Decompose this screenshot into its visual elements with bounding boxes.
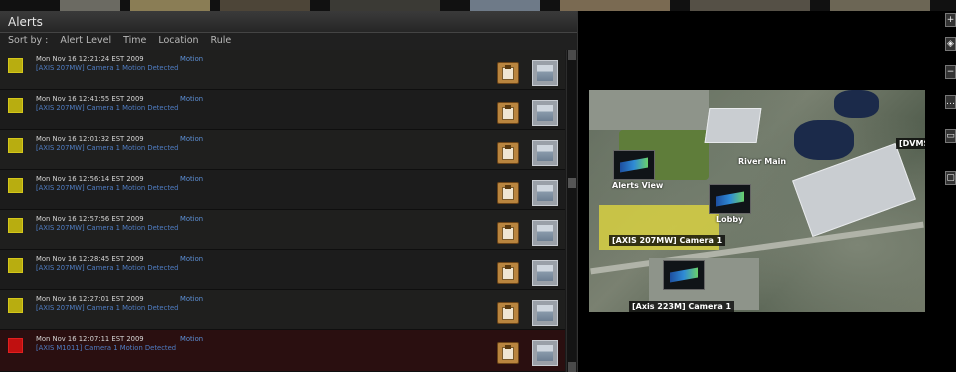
alert-row[interactable]: Mon Nov 16 12:41:55 EST 2009 Motion [AXI… xyxy=(0,90,565,130)
camera-alerts-view[interactable] xyxy=(613,150,655,180)
alert-time: Mon Nov 16 12:28:45 EST 2009 xyxy=(36,255,144,263)
map-label-alerts-view[interactable]: Alerts View xyxy=(609,180,666,191)
camera-axis-223m[interactable] xyxy=(663,260,705,290)
alert-row[interactable]: Mon Nov 16 12:01:32 EST 2009 Motion [AXI… xyxy=(0,130,565,170)
clipboard-icon[interactable] xyxy=(497,62,519,84)
alert-row[interactable]: Mon Nov 16 12:07:11 EST 2009 Motion [AXI… xyxy=(0,330,565,372)
clipboard-icon[interactable] xyxy=(497,102,519,124)
scroll-down-button[interactable] xyxy=(568,362,576,372)
alert-level-indicator xyxy=(8,178,23,193)
snapshot-icon[interactable] xyxy=(532,180,558,206)
alert-time: Mon Nov 16 12:57:56 EST 2009 xyxy=(36,215,144,223)
pond xyxy=(834,90,879,118)
alert-level-indicator xyxy=(8,218,23,233)
alert-description[interactable]: [AXIS M1011] Camera 1 Motion Detected xyxy=(36,344,176,352)
building xyxy=(704,108,762,143)
alert-description[interactable]: [AXIS 207MW] Camera 1 Motion Detected xyxy=(36,264,179,272)
alert-time: Mon Nov 16 12:01:32 EST 2009 xyxy=(36,135,144,143)
alert-description[interactable]: [AXIS 207MW] Camera 1 Motion Detected xyxy=(36,304,179,312)
alert-type[interactable]: Motion xyxy=(180,95,203,103)
clipboard-icon[interactable] xyxy=(497,182,519,204)
alert-level-indicator xyxy=(8,338,23,353)
alert-type[interactable]: Motion xyxy=(180,55,203,63)
sort-rule[interactable]: Rule xyxy=(211,35,232,48)
sort-label: Sort by : xyxy=(8,35,49,46)
clipboard-icon[interactable] xyxy=(497,142,519,164)
snapshot-icon[interactable] xyxy=(532,60,558,86)
map-label-dvms[interactable]: [DVMS Au xyxy=(896,138,925,149)
alert-type[interactable]: Motion xyxy=(180,255,203,263)
alert-row[interactable]: Mon Nov 16 12:27:01 EST 2009 Motion [AXI… xyxy=(0,290,565,330)
scroll-thumb[interactable] xyxy=(568,178,576,188)
alert-description[interactable]: [AXIS 207MW] Camera 1 Motion Detected xyxy=(36,224,179,232)
snapshot-icon[interactable] xyxy=(532,340,558,366)
map-label-river: River Main xyxy=(738,157,787,166)
alert-time: Mon Nov 16 12:56:14 EST 2009 xyxy=(36,175,144,183)
thumbnail-strip xyxy=(0,0,956,11)
alert-row[interactable]: Mon Nov 16 12:21:24 EST 2009 Motion [AXI… xyxy=(0,50,565,90)
alert-level-indicator xyxy=(8,298,23,313)
snapshot-icon[interactable] xyxy=(532,220,558,246)
panel-title: Alerts xyxy=(0,11,577,33)
alert-level-indicator xyxy=(8,58,23,73)
more-icon[interactable]: … xyxy=(945,95,956,109)
alert-level-indicator xyxy=(8,258,23,273)
map-toolbar: + ◈ − … ▭ ▢ xyxy=(945,13,956,203)
clipboard-icon[interactable] xyxy=(497,222,519,244)
alert-row[interactable]: Mon Nov 16 12:56:14 EST 2009 Motion [AXI… xyxy=(0,170,565,210)
scroll-up-button[interactable] xyxy=(568,50,576,60)
alert-time: Mon Nov 16 12:41:55 EST 2009 xyxy=(36,95,144,103)
zoom-in-icon[interactable]: + xyxy=(945,13,956,27)
alert-row[interactable]: Mon Nov 16 12:57:56 EST 2009 Motion [AXI… xyxy=(0,210,565,250)
map-label-axis-223m[interactable]: [Axis 223M] Camera 1 xyxy=(629,301,735,312)
alert-type[interactable]: Motion xyxy=(180,215,203,223)
parking-lot xyxy=(589,90,709,130)
clipboard-icon[interactable] xyxy=(497,302,519,324)
map-label-lobby[interactable]: Lobby xyxy=(713,214,746,225)
clipboard-icon[interactable] xyxy=(497,262,519,284)
zoom-out-icon[interactable]: − xyxy=(945,65,956,79)
alert-description[interactable]: [AXIS 207MW] Camera 1 Motion Detected xyxy=(36,184,179,192)
alert-type[interactable]: Motion xyxy=(180,335,203,343)
camera-lobby[interactable] xyxy=(709,184,751,214)
sort-time[interactable]: Time xyxy=(123,35,146,48)
alert-type[interactable]: Motion xyxy=(180,175,203,183)
alerts-panel: Alerts Sort by : Alert Level Time Locati… xyxy=(0,11,578,372)
alert-list-scrollbar[interactable] xyxy=(566,50,576,372)
pan-icon[interactable]: ◈ xyxy=(945,37,956,51)
aerial-map[interactable]: River Main [DVMS Au Alerts View Lobby [A… xyxy=(589,90,925,312)
alert-time: Mon Nov 16 12:21:24 EST 2009 xyxy=(36,55,144,63)
snapshot-icon[interactable] xyxy=(532,140,558,166)
alert-description[interactable]: [AXIS 207MW] Camera 1 Motion Detected xyxy=(36,104,179,112)
pond xyxy=(794,120,854,160)
sort-alert-level[interactable]: Alert Level xyxy=(60,35,111,48)
alert-type[interactable]: Motion xyxy=(180,295,203,303)
map-label-axis-207mw[interactable]: [AXIS 207MW] Camera 1 xyxy=(609,235,726,246)
alert-type[interactable]: Motion xyxy=(180,135,203,143)
alert-level-indicator xyxy=(8,138,23,153)
sort-bar: Sort by : Alert Level Time Location Rule xyxy=(0,33,577,50)
alert-description[interactable]: [AXIS 207MW] Camera 1 Motion Detected xyxy=(36,64,179,72)
snapshot-icon[interactable] xyxy=(532,100,558,126)
frame-icon[interactable]: ▢ xyxy=(945,171,956,185)
alert-list: Mon Nov 16 12:21:24 EST 2009 Motion [AXI… xyxy=(0,50,565,372)
layer-icon[interactable]: ▭ xyxy=(945,129,956,143)
alert-level-indicator xyxy=(8,98,23,113)
alert-time: Mon Nov 16 12:27:01 EST 2009 xyxy=(36,295,144,303)
alert-time: Mon Nov 16 12:07:11 EST 2009 xyxy=(36,335,144,343)
snapshot-icon[interactable] xyxy=(532,300,558,326)
clipboard-icon[interactable] xyxy=(497,342,519,364)
alert-description[interactable]: [AXIS 207MW] Camera 1 Motion Detected xyxy=(36,144,179,152)
map-panel: River Main [DVMS Au Alerts View Lobby [A… xyxy=(579,11,956,372)
snapshot-icon[interactable] xyxy=(532,260,558,286)
sort-location[interactable]: Location xyxy=(158,35,198,48)
alert-row[interactable]: Mon Nov 16 12:28:45 EST 2009 Motion [AXI… xyxy=(0,250,565,290)
